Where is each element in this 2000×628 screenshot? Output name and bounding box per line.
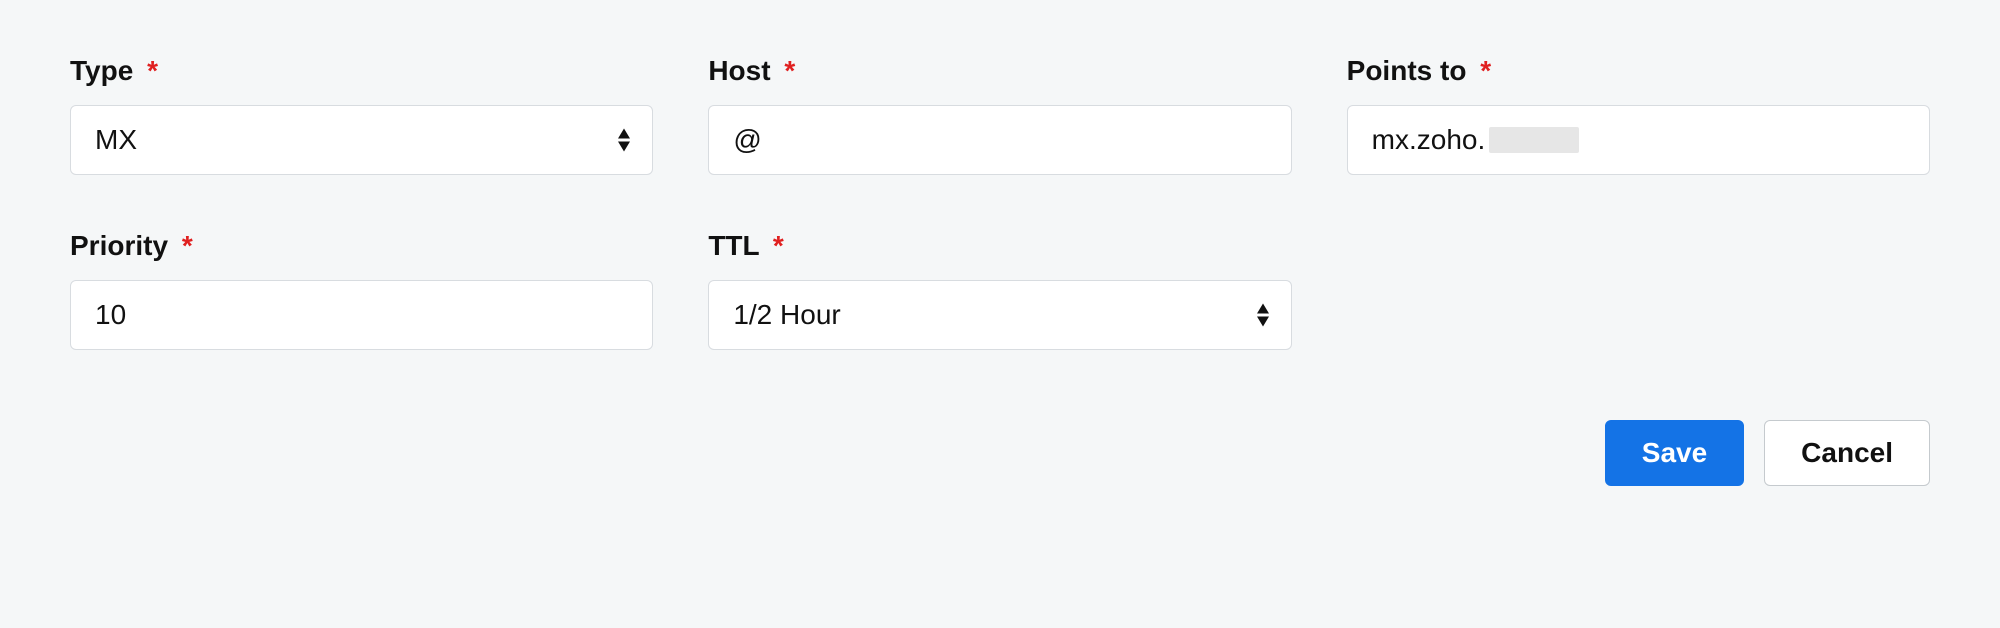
- type-select[interactable]: MX: [70, 105, 653, 175]
- priority-input[interactable]: 10: [70, 280, 653, 350]
- required-asterisk: *: [784, 55, 795, 86]
- required-asterisk: *: [773, 230, 784, 261]
- select-arrows-icon: [1255, 304, 1271, 327]
- ttl-select-value: 1/2 Hour: [733, 299, 840, 331]
- save-button-label: Save: [1642, 437, 1707, 469]
- priority-field: Priority * 10: [70, 230, 653, 350]
- points-to-input-value: mx.zoho.: [1372, 124, 1486, 156]
- save-button[interactable]: Save: [1605, 420, 1744, 486]
- ttl-select[interactable]: 1/2 Hour: [708, 280, 1291, 350]
- cancel-button-label: Cancel: [1801, 437, 1893, 469]
- required-asterisk: *: [182, 230, 193, 261]
- ttl-field: TTL * 1/2 Hour: [708, 230, 1291, 350]
- points-to-input[interactable]: mx.zoho.: [1347, 105, 1930, 175]
- points-to-field: Points to * mx.zoho.: [1347, 55, 1930, 175]
- host-label-text: Host: [708, 55, 770, 86]
- priority-label-text: Priority: [70, 230, 168, 261]
- type-field: Type * MX: [70, 55, 653, 175]
- ttl-label: TTL *: [708, 230, 1291, 262]
- host-input-value: @: [733, 124, 761, 156]
- ttl-label-text: TTL: [708, 230, 759, 261]
- host-field: Host * @: [708, 55, 1291, 175]
- points-to-label: Points to *: [1347, 55, 1930, 87]
- host-label: Host *: [708, 55, 1291, 87]
- required-asterisk: *: [1480, 55, 1491, 86]
- type-label: Type *: [70, 55, 653, 87]
- priority-label: Priority *: [70, 230, 653, 262]
- points-to-label-text: Points to: [1347, 55, 1467, 86]
- host-input[interactable]: @: [708, 105, 1291, 175]
- type-select-value: MX: [95, 124, 137, 156]
- select-arrows-icon: [616, 129, 632, 152]
- redacted-text: [1489, 127, 1579, 153]
- type-label-text: Type: [70, 55, 133, 86]
- cancel-button[interactable]: Cancel: [1764, 420, 1930, 486]
- required-asterisk: *: [147, 55, 158, 86]
- priority-input-value: 10: [95, 299, 126, 331]
- form-actions: Save Cancel: [70, 420, 1930, 486]
